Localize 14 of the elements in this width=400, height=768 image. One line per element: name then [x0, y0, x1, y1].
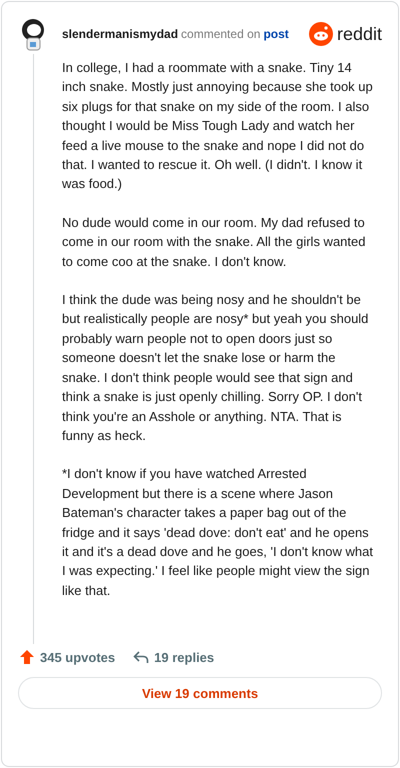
view-comments-button[interactable]: View 19 comments — [18, 677, 382, 709]
action-text: commented on — [181, 27, 260, 41]
alien-logo-icon — [308, 22, 333, 46]
comment-paragraph: *I don't know if you have watched Arrested Development but there is a scene where Jason Bateman's character takes a paper bag out of the fridge and it says 'dead dove: don't eat' and he opens it and it's a dead dove and he goes, 'I don't know what I was expecting.' I feel like people might view the sign like that. — [62, 465, 374, 600]
upvote-arrow-icon[interactable] — [19, 649, 35, 665]
comment-paragraph: No dude would come in our room. My dad refused to come in our room with the snake. All the girls wanted to come coo at the snake. I don't know. — [62, 214, 366, 271]
brand-name: reddit — [336, 24, 382, 44]
reply-arrow-icon[interactable] — [133, 650, 150, 664]
reply-count: 19 replies — [154, 650, 214, 664]
username[interactable]: slendermanismydad — [62, 27, 178, 41]
comment-paragraph: I think the dude was being nosy and he shouldn't be but realistically people are nosy* but yeah you should probably warn people not to open doors just so someone doesn't let the snake lose or harm the snake. I don't think people would see that sign and think a snake is just openly chilling. Sorry OP. I don't think you're an Asshole or anything. NTA. That is funny as heck. — [62, 291, 370, 445]
post-link[interactable]: post — [263, 27, 289, 41]
comment-paragraph: In college, I had a roommate with a snake. Tiny 14 inch snake. Mostly just annoying because she took up six plugs for that snake on my side of the room. I also thought I would be Miss Tough Lady and watch her feed a live mouse to the snake and nope I did not do that. I wanted to rescue it. Oh well. (I didn't. I know it was food.) — [62, 59, 374, 194]
upvote-count: 345 upvotes — [40, 650, 116, 664]
